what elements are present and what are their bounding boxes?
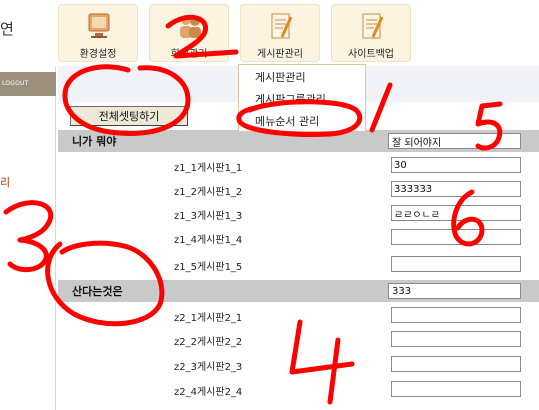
board-label: z1_5게시판1_5 [174, 262, 243, 273]
brand-title: 연 [0, 20, 14, 38]
sidebar-item-partial[interactable]: 리 [0, 174, 10, 190]
board-label: z2_4게시판2_4 [174, 387, 243, 398]
board-label: z1_3게시판1_3 [174, 211, 243, 222]
board-name-field[interactable] [391, 157, 521, 173]
board-label: z1_4게시판1_4 [174, 235, 243, 246]
board-row: z2_3게시판2_3 [58, 352, 539, 376]
board-row: z2_4게시판2_4 [58, 377, 539, 401]
group-name: 산다는것은 [72, 285, 123, 298]
menu-members-label: 회원관리 [170, 49, 208, 60]
board-label: z1_1게시판1_1 [174, 163, 243, 174]
menu-site-backup-label: 사이트백업 [348, 49, 394, 60]
group-name: 니가 뭐야 [72, 135, 117, 148]
logout-button[interactable]: LOGOUT [0, 72, 56, 96]
board-name-field[interactable] [391, 356, 521, 372]
monitor-icon [88, 13, 110, 38]
board-label: z2_3게시판2_3 [174, 362, 243, 373]
board-label: z1_2게시판1_2 [174, 187, 243, 198]
dropdown-item-menu-order-manage[interactable]: 메뉴순서 관리 [255, 113, 319, 129]
board-name-field[interactable] [391, 181, 521, 197]
board-label: z2_1게시판2_1 [174, 313, 243, 324]
menu-site-backup[interactable]: 사이트백업 [331, 4, 411, 62]
board-row: z1_1게시판1_1 [58, 153, 539, 177]
menu-board[interactable]: 게시판관리 [240, 4, 320, 62]
menu-settings-label: 환경설정 [79, 49, 117, 60]
left-sidebar: LOGOUT 리 [0, 66, 56, 410]
setup-all-button[interactable]: 전체셋팅하기 [70, 106, 188, 126]
board-row: z1_5게시판1_5 [58, 252, 539, 276]
board-row: z1_4게시판1_4 [58, 225, 539, 249]
top-menu-bar: 연 환경설정 회원관리 게시판관리 사이트백업 [0, 0, 539, 66]
board-name-field[interactable] [391, 205, 521, 221]
group-row: 니가 뭐야 [58, 130, 539, 152]
board-row: z1_2게시판1_2 [58, 177, 539, 201]
group-name-field[interactable] [388, 283, 521, 299]
dropdown-item-board-group-manage[interactable]: 게시판그룹관리 [255, 91, 326, 107]
board-row: z1_3게시판1_3 [58, 201, 539, 225]
board-name-field[interactable] [391, 381, 521, 397]
board-name-field[interactable] [391, 307, 521, 323]
board-row: z2_1게시판2_1 [58, 303, 539, 327]
board-label: z2_2게시판2_2 [174, 337, 243, 348]
menu-settings[interactable]: 환경설정 [58, 4, 138, 62]
people-icon [180, 15, 201, 38]
board-name-field[interactable] [391, 331, 521, 347]
menu-members[interactable]: 회원관리 [149, 4, 229, 62]
dropdown-item-board-manage[interactable]: 게시판관리 [255, 69, 306, 85]
backup-edit-icon [362, 13, 384, 39]
board-menu-dropdown: 게시판관리 게시판그룹관리 메뉴순서 관리 [238, 64, 366, 132]
group-name-field[interactable] [388, 133, 521, 149]
menu-board-label: 게시판관리 [257, 49, 303, 60]
group-row: 산다는것은 [58, 280, 539, 302]
board-name-field[interactable] [391, 256, 521, 272]
board-name-field[interactable] [391, 229, 521, 245]
board-edit-icon [271, 13, 293, 39]
board-row: z2_2게시판2_2 [58, 327, 539, 351]
